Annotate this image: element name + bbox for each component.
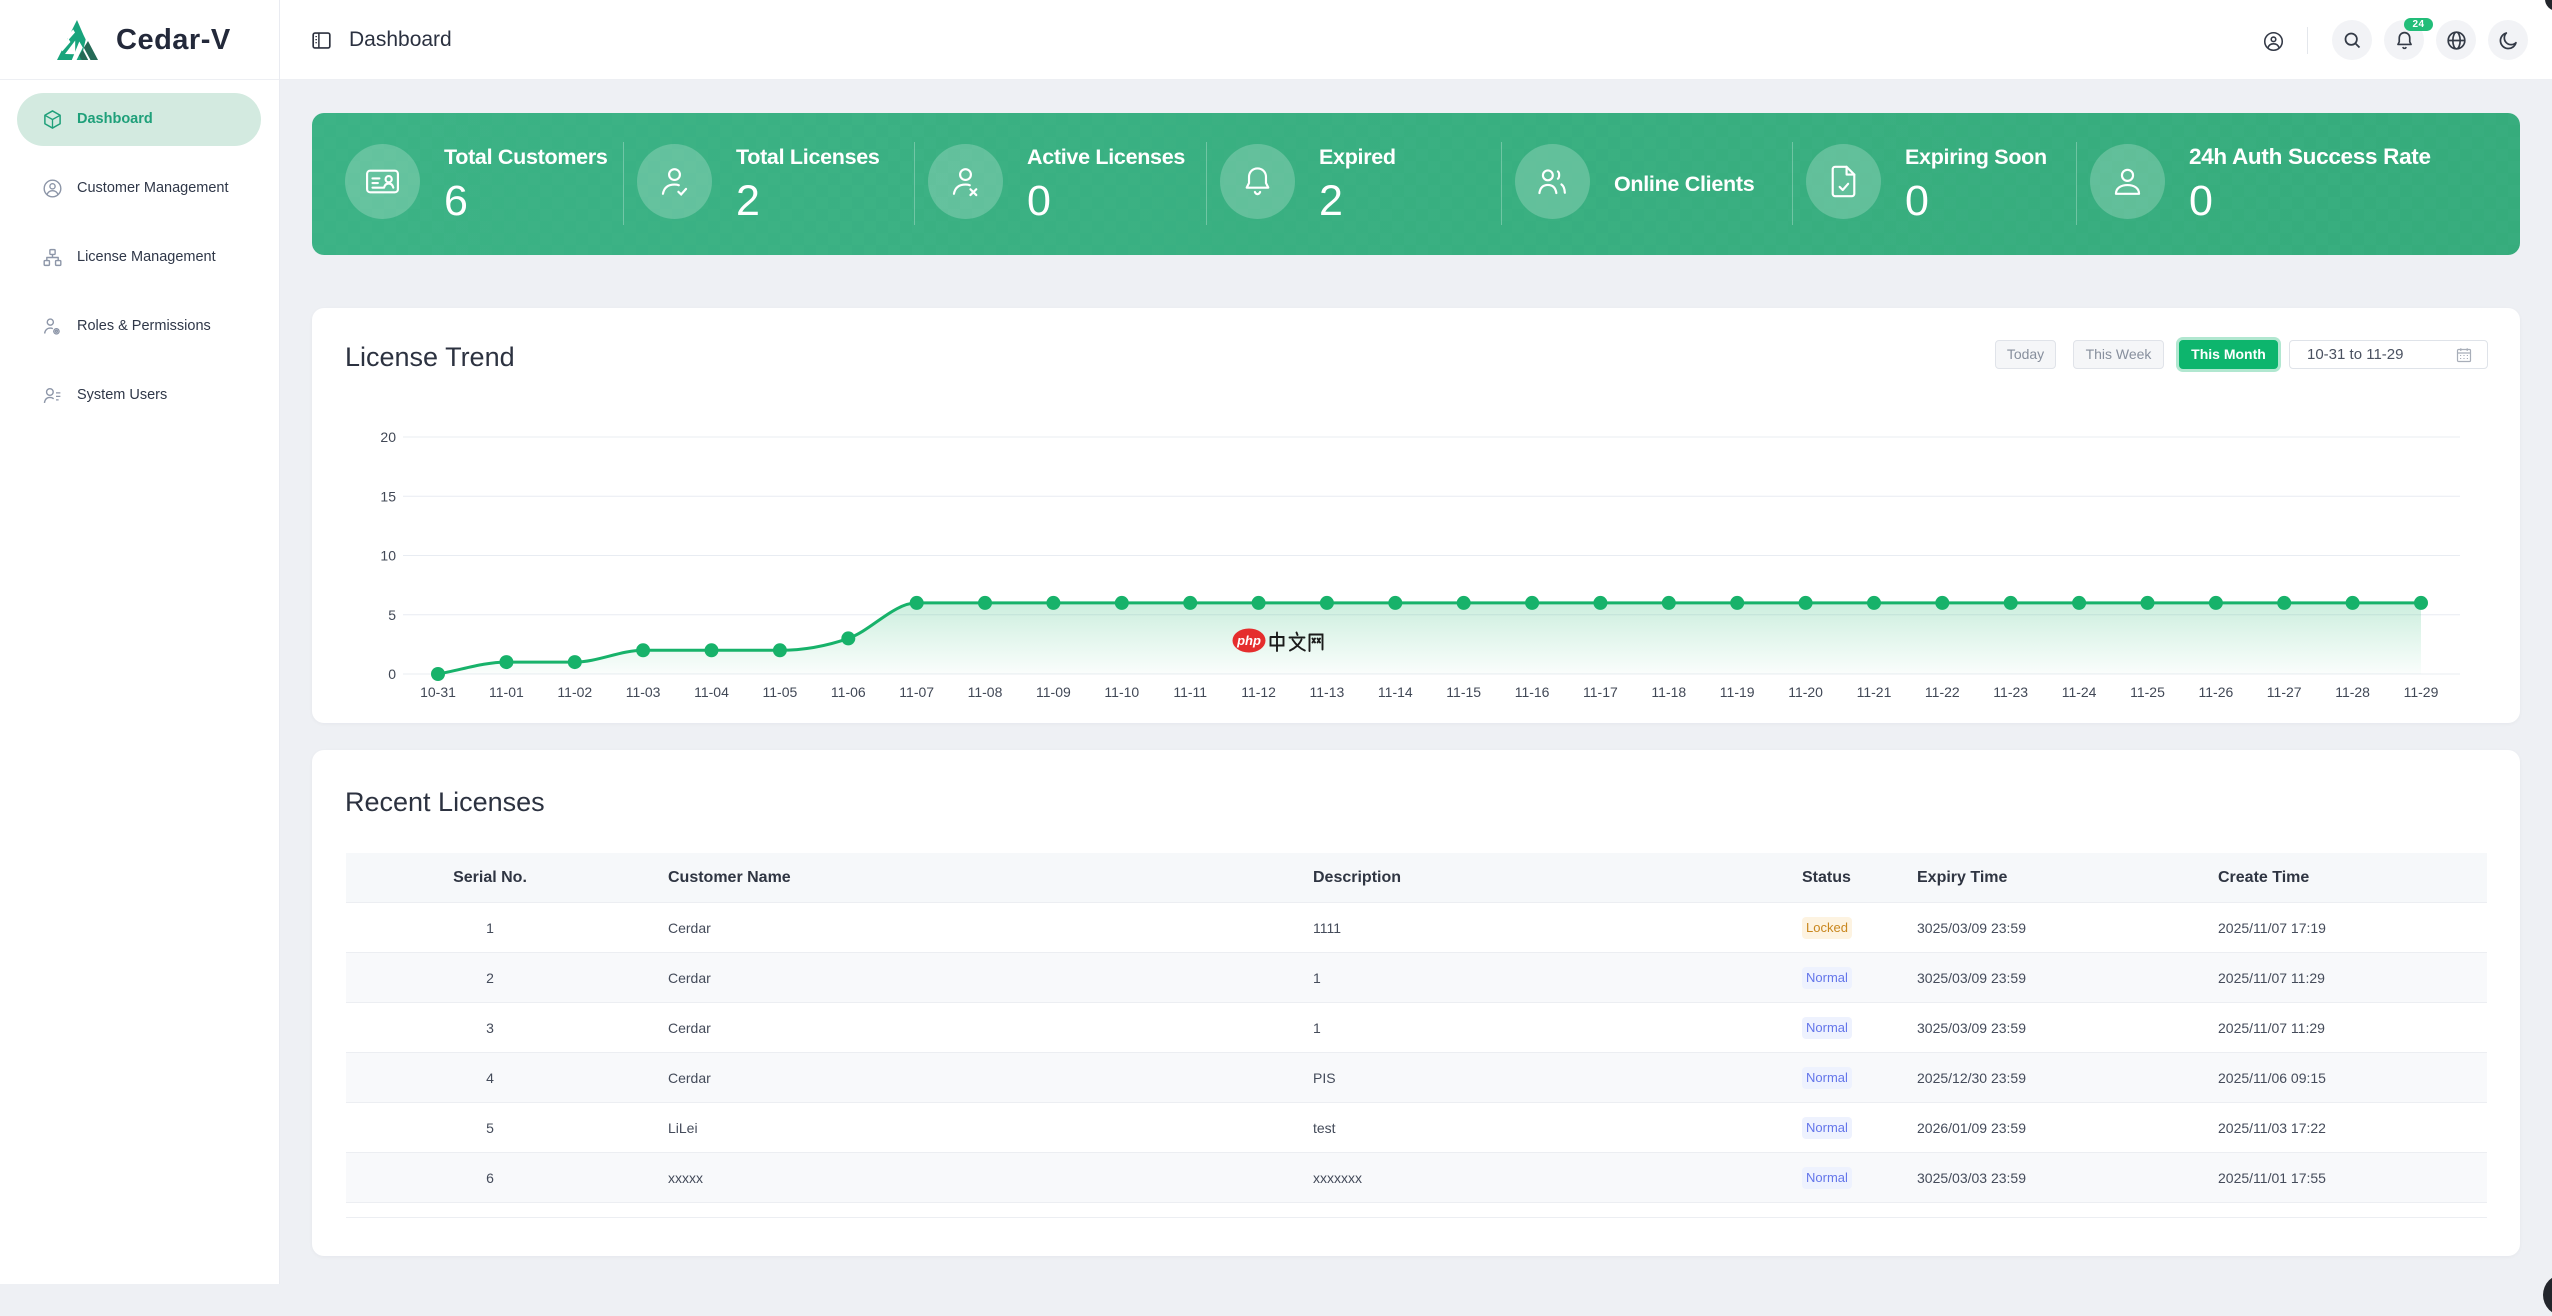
svg-text:11-20: 11-20 [1788, 684, 1823, 700]
svg-text:15: 15 [380, 488, 396, 504]
svg-text:11-23: 11-23 [1993, 684, 2028, 700]
svg-text:11-18: 11-18 [1651, 684, 1686, 700]
svg-text:11-10: 11-10 [1104, 684, 1139, 700]
svg-text:11-07: 11-07 [899, 684, 934, 700]
svg-text:11-13: 11-13 [1310, 684, 1345, 700]
svg-text:11-05: 11-05 [763, 684, 798, 700]
svg-text:11-11: 11-11 [1173, 684, 1207, 700]
svg-text:11-09: 11-09 [1036, 684, 1071, 700]
svg-text:11-17: 11-17 [1583, 684, 1618, 700]
svg-text:11-12: 11-12 [1241, 684, 1276, 700]
svg-text:11-24: 11-24 [2062, 684, 2097, 700]
svg-text:11-06: 11-06 [831, 684, 866, 700]
svg-text:20: 20 [380, 429, 396, 445]
svg-text:11-22: 11-22 [1925, 684, 1960, 700]
svg-text:11-14: 11-14 [1378, 684, 1413, 700]
svg-text:11-21: 11-21 [1857, 684, 1892, 700]
svg-text:11-25: 11-25 [2130, 684, 2165, 700]
svg-text:10: 10 [380, 548, 396, 564]
svg-text:5: 5 [388, 607, 396, 623]
svg-text:0: 0 [388, 666, 396, 682]
svg-text:11-28: 11-28 [2335, 684, 2370, 700]
svg-text:11-16: 11-16 [1515, 684, 1550, 700]
svg-text:11-26: 11-26 [2199, 684, 2234, 700]
svg-text:11-03: 11-03 [626, 684, 661, 700]
svg-text:11-08: 11-08 [968, 684, 1003, 700]
svg-text:11-04: 11-04 [694, 684, 729, 700]
svg-text:11-02: 11-02 [557, 684, 592, 700]
svg-text:11-19: 11-19 [1720, 684, 1755, 700]
svg-text:11-27: 11-27 [2267, 684, 2302, 700]
svg-text:11-29: 11-29 [2404, 684, 2439, 700]
svg-text:11-15: 11-15 [1446, 684, 1481, 700]
svg-text:php: php [1236, 633, 1261, 648]
svg-text:11-01: 11-01 [489, 684, 524, 700]
svg-text:10-31: 10-31 [420, 684, 456, 700]
